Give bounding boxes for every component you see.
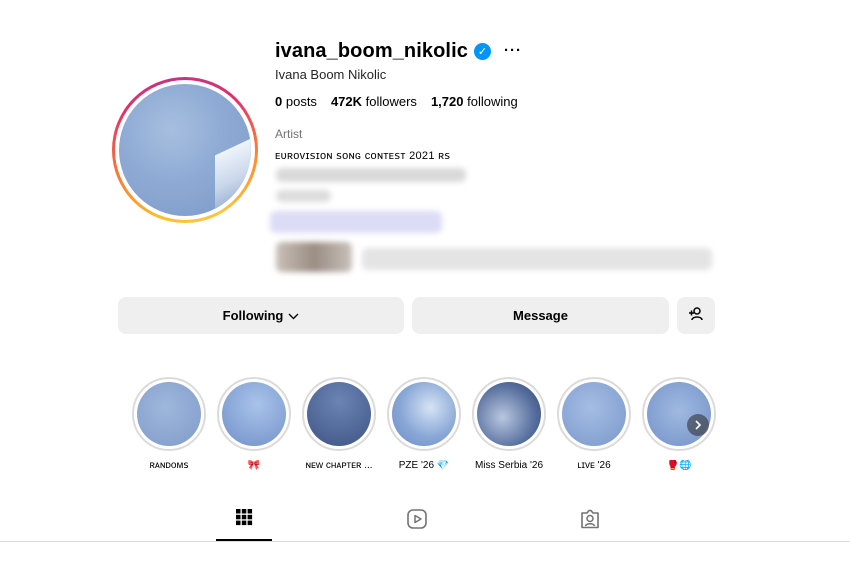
posts-count: 0	[275, 94, 283, 109]
highlight-cover	[307, 382, 371, 446]
highlight-ring	[217, 377, 291, 451]
active-tab-indicator	[216, 539, 272, 541]
highlight-item[interactable]: ʟɪᴠᴇ '26	[556, 377, 632, 471]
avatar-image	[119, 84, 251, 216]
avatar-image-detail	[215, 136, 251, 212]
profile-category: Artist	[275, 127, 303, 141]
username: ivana_boom_nikolic	[275, 39, 468, 62]
highlight-label: Miss Serbia '26	[474, 460, 544, 471]
highlight-item[interactable]: ʀᴀɴᴅᴏᴍꜱ	[131, 377, 207, 471]
redacted-bio-link[interactable]	[270, 211, 442, 233]
posts-stat: 0 posts	[275, 94, 317, 109]
highlight-label: 🎀	[247, 460, 261, 471]
following-stat[interactable]: 1,720 following	[431, 94, 518, 109]
avatar-border	[115, 80, 255, 220]
highlight-item[interactable]: PZE '26 💎	[386, 377, 462, 471]
profile-avatar[interactable]	[112, 77, 258, 223]
highlight-label: ʀᴀɴᴅᴏᴍꜱ	[149, 460, 189, 471]
highlight-ring	[642, 377, 716, 451]
highlight-item[interactable]: 🎀	[216, 377, 292, 471]
add-user-icon	[688, 307, 704, 324]
following-button-label: Following	[222, 308, 284, 323]
highlight-ring	[132, 377, 206, 451]
highlight-ring	[557, 377, 631, 451]
full-name: Ivana Boom Nikolic	[275, 67, 387, 82]
followers-stat[interactable]: 472K followers	[331, 94, 417, 109]
more-options-icon[interactable]: ···	[504, 43, 522, 58]
highlight-cover	[392, 382, 456, 446]
highlight-cover	[137, 382, 201, 446]
highlight-label: PZE '26 💎	[398, 460, 450, 471]
tab-reels[interactable]	[389, 508, 445, 541]
following-button[interactable]: Following	[118, 297, 404, 334]
highlight-ring	[387, 377, 461, 451]
chevron-right-icon[interactable]	[687, 414, 709, 436]
highlight-label: 🥊🌐	[666, 460, 692, 471]
chevron-down-icon	[288, 308, 299, 323]
posts-label: posts	[285, 94, 317, 109]
followers-label: followers	[365, 94, 417, 109]
highlight-cover	[562, 382, 626, 446]
highlight-item[interactable]: Miss Serbia '26	[471, 377, 547, 471]
bio-line: ᴇᴜʀᴏᴠɪꜱɪᴏɴ ꜱᴏɴɢ ᴄᴏɴᴛᴇꜱᴛ 2021 ʀꜱ	[275, 150, 451, 162]
message-button[interactable]: Message	[412, 297, 669, 334]
redacted-bio-text	[276, 190, 331, 202]
verified-badge-icon: ✓	[473, 42, 491, 60]
tab-posts[interactable]	[216, 508, 272, 541]
tabs-divider	[0, 541, 850, 542]
highlight-label: ɴᴇᴡ ᴄʜᴀᴘᴛᴇʀ ...	[305, 460, 373, 471]
message-button-label: Message	[513, 308, 568, 323]
redacted-mentions	[276, 242, 352, 272]
add-user-button[interactable]	[677, 297, 715, 334]
redacted-mentions	[362, 248, 712, 270]
username-row: ivana_boom_nikolic ✓ ···	[275, 38, 522, 64]
following-label: following	[467, 94, 518, 109]
tab-tagged[interactable]	[562, 508, 618, 541]
highlight-cover	[477, 382, 541, 446]
followers-count: 472K	[330, 94, 363, 109]
redacted-bio-text	[276, 168, 466, 182]
following-count: 1,720	[430, 94, 464, 109]
highlight-label: ʟɪᴠᴇ '26	[577, 460, 611, 471]
highlight-item[interactable]: ɴᴇᴡ ᴄʜᴀᴘᴛᴇʀ ...	[301, 377, 377, 471]
tagged-icon	[579, 508, 601, 535]
profile-stats: 0 posts 472K followers 1,720 following	[275, 94, 518, 109]
highlight-ring	[472, 377, 546, 451]
grid-icon	[235, 508, 253, 531]
reels-icon	[406, 508, 428, 535]
highlight-cover	[222, 382, 286, 446]
highlight-ring	[302, 377, 376, 451]
